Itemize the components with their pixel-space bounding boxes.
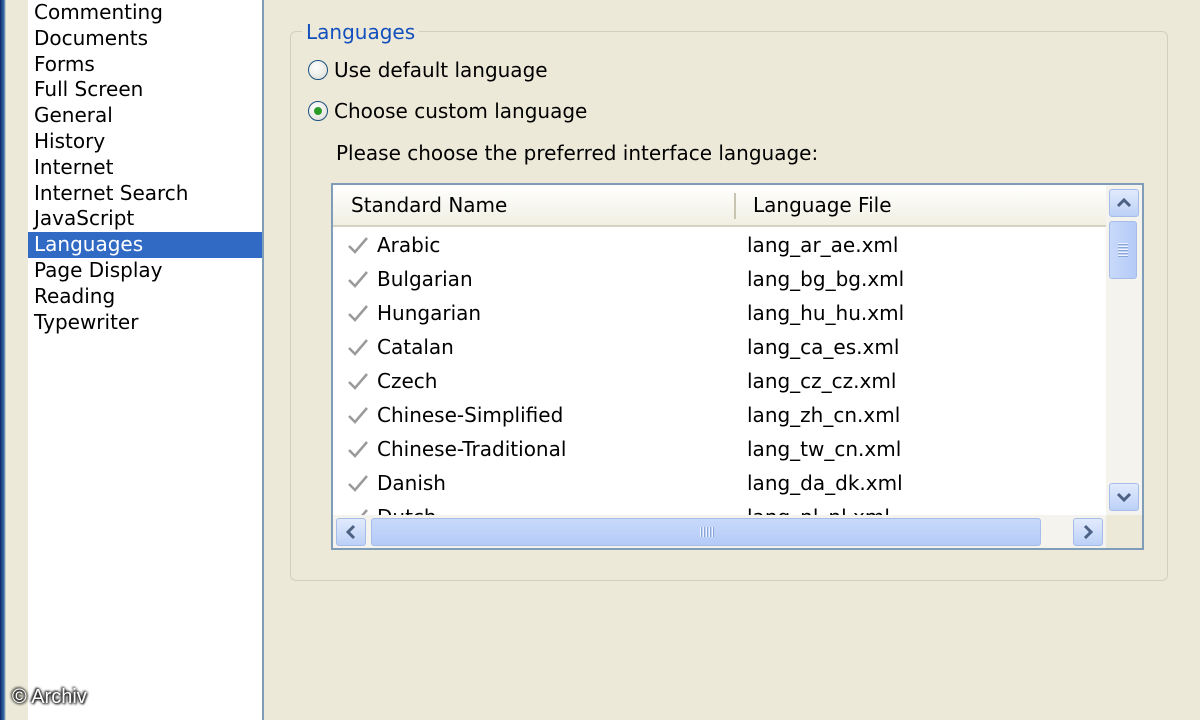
sidebar-item-history[interactable]: History [28, 129, 262, 155]
checkmark-icon [348, 339, 368, 356]
preferences-category-list[interactable]: Commenting Documents Forms Full Screen G… [28, 0, 264, 720]
radio-custom-language[interactable] [308, 101, 328, 121]
window-left-edge [0, 0, 28, 720]
sidebar-item-javascript[interactable]: JavaScript [28, 206, 262, 232]
list-row-czech[interactable]: Czech lang_cz_cz.xml [333, 365, 1106, 399]
column-divider[interactable] [734, 193, 736, 219]
horizontal-scrollbar[interactable] [333, 515, 1106, 548]
language-name: Danish [377, 471, 446, 495]
language-file: lang_da_dk.xml [747, 471, 903, 495]
list-header: Standard Name Language File [333, 185, 1106, 227]
checkmark-icon [348, 237, 368, 254]
language-file: lang_bg_bg.xml [747, 267, 905, 291]
language-list[interactable]: Standard Name Language File Arabic lang_… [331, 183, 1144, 550]
vertical-scrollbar[interactable] [1106, 185, 1142, 515]
sidebar-item-commenting[interactable]: Commenting [28, 0, 262, 26]
list-row-hungarian[interactable]: Hungarian lang_hu_hu.xml [333, 297, 1106, 331]
list-row-danish[interactable]: Danish lang_da_dk.xml [333, 467, 1106, 501]
checkmark-icon [348, 441, 368, 458]
language-file: lang_nl_nl.xml [747, 505, 890, 515]
sidebar-item-documents[interactable]: Documents [28, 26, 262, 52]
language-file: lang_hu_hu.xml [747, 301, 905, 325]
list-row-chinese-simplified[interactable]: Chinese-Simplified lang_zh_cn.xml [333, 399, 1106, 433]
language-name: Catalan [377, 335, 454, 359]
language-name: Dutch [377, 505, 437, 515]
checkmark-icon [348, 373, 368, 390]
list-row-dutch[interactable]: Dutch lang_nl_nl.xml [333, 501, 1106, 515]
list-row-catalan[interactable]: Catalan lang_ca_es.xml [333, 331, 1106, 365]
sidebar-item-page-display[interactable]: Page Display [28, 258, 262, 284]
list-row-arabic[interactable]: Arabic lang_ar_ae.xml [333, 229, 1106, 263]
chevron-down-icon [1116, 492, 1132, 503]
column-header-standard-name[interactable]: Standard Name [351, 185, 507, 225]
scroll-left-button[interactable] [336, 518, 366, 546]
language-file: lang_cz_cz.xml [747, 369, 897, 393]
sidebar-item-general[interactable]: General [28, 103, 262, 129]
language-name: Chinese-Traditional [377, 437, 567, 461]
language-file: lang_tw_cn.xml [747, 437, 902, 461]
sidebar-item-internet-search[interactable]: Internet Search [28, 181, 262, 207]
language-file: lang_zh_cn.xml [747, 403, 901, 427]
sidebar-item-forms[interactable]: Forms [28, 52, 262, 78]
use-default-language-label: Use default language [334, 58, 548, 82]
sidebar-item-typewriter[interactable]: Typewriter [28, 310, 262, 336]
choose-custom-language-label: Choose custom language [334, 99, 588, 123]
language-name: Arabic [377, 233, 441, 257]
language-file: lang_ar_ae.xml [747, 233, 899, 257]
language-file: lang_ca_es.xml [747, 335, 900, 359]
use-default-language-option[interactable]: Use default language [308, 57, 548, 83]
sidebar-item-reading[interactable]: Reading [28, 284, 262, 310]
scroll-right-button[interactable] [1073, 518, 1103, 546]
list-row-chinese-traditional[interactable]: Chinese-Traditional lang_tw_cn.xml [333, 433, 1106, 467]
checkmark-icon [361, 509, 368, 515]
checkmark-icon [348, 475, 368, 492]
languages-group-title: Languages [302, 19, 420, 45]
language-name: Czech [377, 369, 438, 393]
list-row-bulgarian[interactable]: Bulgarian lang_bg_bg.xml [333, 263, 1106, 297]
column-header-language-file[interactable]: Language File [753, 185, 892, 225]
chevron-up-icon [1116, 197, 1132, 208]
scrollbar-corner [1106, 515, 1142, 548]
vertical-scroll-thumb[interactable] [1109, 221, 1137, 279]
checkmark-icon [348, 407, 368, 424]
checkmark-icon [348, 271, 368, 288]
language-prompt: Please choose the preferred interface la… [336, 141, 819, 165]
watermark: © Archiv [12, 686, 87, 708]
scroll-up-button[interactable] [1109, 189, 1139, 217]
sidebar-item-full-screen[interactable]: Full Screen [28, 77, 262, 103]
sidebar-item-languages[interactable]: Languages [28, 232, 262, 258]
radio-default-language[interactable] [308, 60, 328, 80]
sidebar-item-internet[interactable]: Internet [28, 155, 262, 181]
language-name: Hungarian [377, 301, 482, 325]
list-rows: Arabic lang_ar_ae.xml Bulgarian lang_bg_… [333, 227, 1106, 515]
language-name: Chinese-Simplified [377, 403, 564, 427]
chevron-left-icon [345, 524, 356, 540]
chevron-right-icon [1083, 524, 1094, 540]
checkmark-icon [348, 305, 368, 322]
horizontal-scroll-thumb[interactable] [371, 518, 1041, 546]
grip-icon [700, 527, 714, 537]
choose-custom-language-option[interactable]: Choose custom language [308, 98, 587, 124]
language-name: Bulgarian [377, 267, 473, 291]
scroll-down-button[interactable] [1109, 483, 1139, 511]
grip-icon [1118, 243, 1128, 257]
